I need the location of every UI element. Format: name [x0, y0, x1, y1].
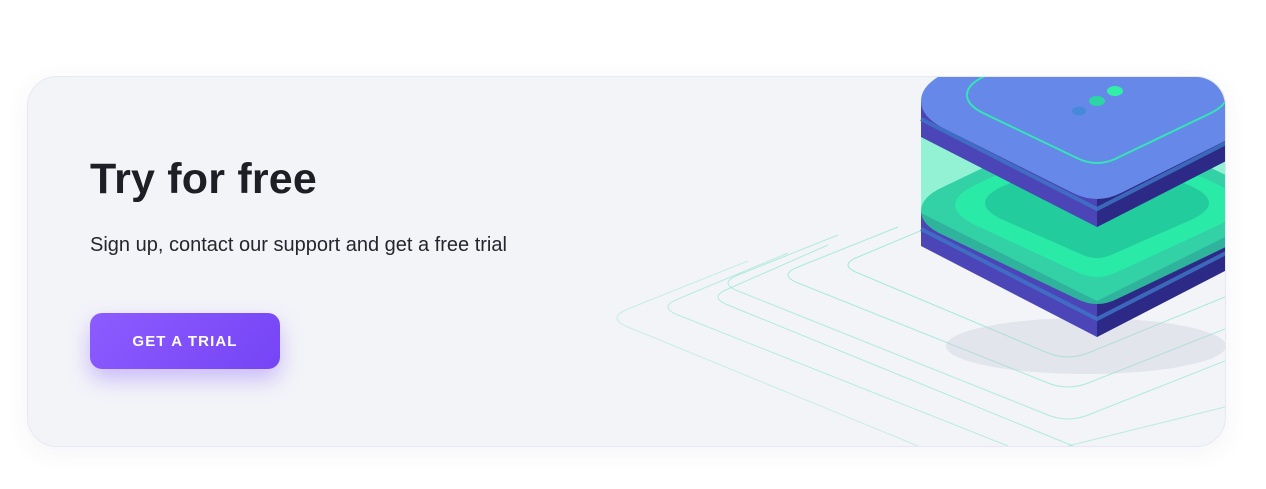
server-stack-graphic: [920, 77, 1225, 374]
banner-title: Try for free: [90, 155, 318, 203]
banner-subtitle: Sign up, contact our support and get a f…: [90, 234, 507, 256]
free-trial-banner: [27, 76, 1226, 447]
server-stack-icon: [881, 77, 1225, 381]
get-a-trial-button[interactable]: GET A TRIAL: [90, 313, 280, 369]
page: Try for free Sign up, contact our suppor…: [0, 0, 1266, 489]
